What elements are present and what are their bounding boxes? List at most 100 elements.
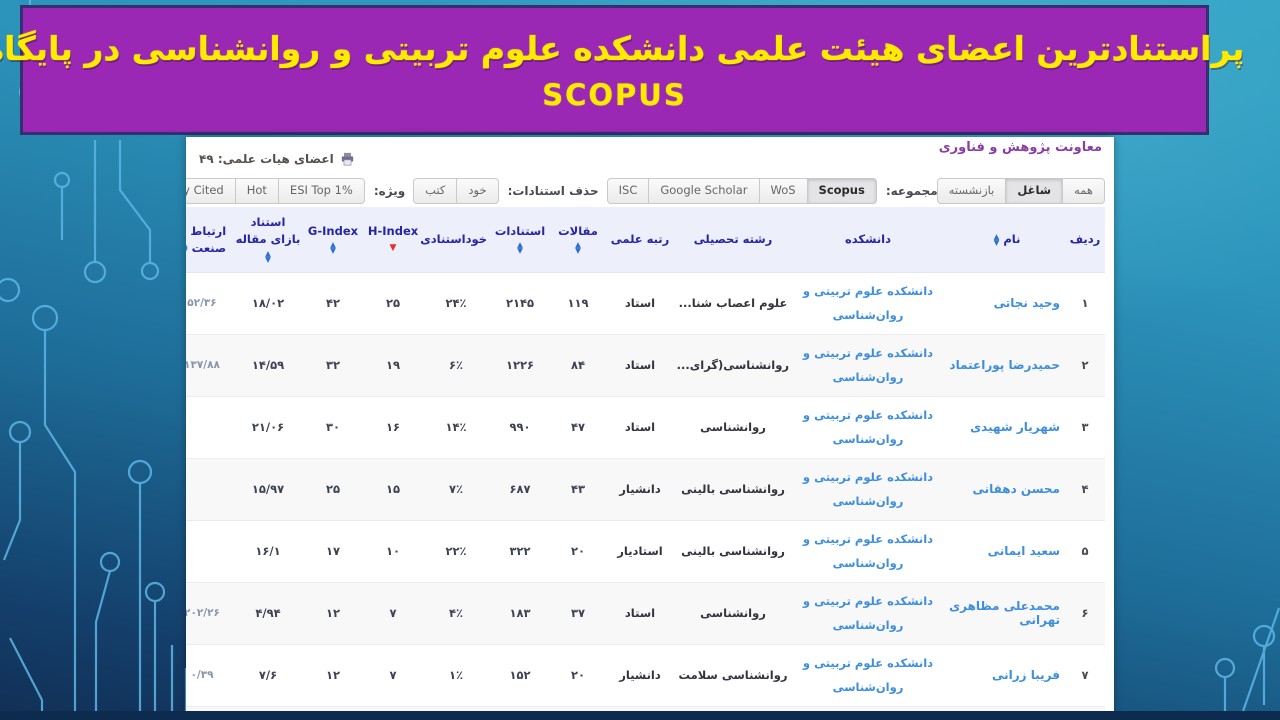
filter-button-self[interactable]: خود — [456, 178, 499, 204]
filters-cluster: مجموعه: Scopus WoS Google Scholar ISC حذف ا… — [186, 178, 938, 204]
column-header-cpp[interactable]: استناد بازای مقاله ▲ ▼ — [233, 207, 303, 273]
sort-icon[interactable]: ▲▼ — [330, 241, 336, 255]
name-link[interactable]: حمیدرضا پوراعتماد — [949, 358, 1060, 372]
cell-industry — [186, 519, 233, 583]
faculty-link[interactable]: دانشکده علوم تربیتی و روان‌شناسی — [793, 651, 943, 700]
filter-button-highly-cited[interactable]: Highly Cited — [186, 178, 236, 204]
cell-gindex: ۱۲ — [303, 581, 363, 645]
faculty-link[interactable]: دانشکده علوم تربیتی و روان‌شناسی — [793, 403, 943, 452]
cell-row: ۴ — [1065, 457, 1105, 521]
name-link[interactable]: محسن دهقانی — [972, 482, 1060, 496]
sort-desc-icon[interactable]: ▼ — [390, 244, 397, 253]
cell-row: ۳ — [1065, 395, 1105, 459]
filter-button-books[interactable]: کتب — [413, 178, 458, 204]
column-label: استنادات — [494, 223, 546, 238]
sort-icon[interactable]: ▲▼ — [265, 250, 271, 264]
filter-button-google-scholar[interactable]: Google Scholar — [648, 178, 760, 204]
cell-faculty: دانشکده علوم تربیتی و روان‌شناسی — [791, 643, 945, 707]
faculty-link[interactable]: دانشکده علوم تربیتی و روان‌شناسی — [793, 465, 943, 514]
collection-label: مجموعه: — [885, 183, 938, 198]
cell-row: ۶ — [1065, 581, 1105, 645]
column-header-hindex[interactable]: H-Index ▼ — [363, 207, 423, 273]
filter-button-wos[interactable]: WoS — [758, 178, 808, 204]
cell-rank: استاد — [605, 333, 675, 397]
cell-rank: دانشیار — [605, 457, 675, 521]
faculty-count-label: اعضای هیات علمی: ۴۹ — [199, 152, 334, 166]
sort-icon[interactable]: ▲▼ — [517, 241, 523, 255]
cell-cpp: ۷/۶ — [233, 643, 303, 707]
name-link[interactable]: فریبا زرانی — [992, 668, 1060, 682]
cell-field: روانشناسی — [675, 581, 791, 645]
filter-button-isc[interactable]: ISC — [606, 178, 650, 204]
cell-industry: ۱۳۷/۸۸ — [186, 333, 233, 397]
cell-row: ۲ — [1065, 333, 1105, 397]
column-header-row: ردیف — [1065, 207, 1105, 273]
cell-hindex: ۱۵ — [363, 457, 423, 521]
sort-icon[interactable]: ▲▼ — [186, 241, 188, 255]
table-body: ۱ وحید نجاتی دانشکده علوم تربیتی و روان‌شن… — [186, 271, 1105, 712]
faculty-link[interactable]: دانشکده علوم تربیتی و روان‌شناسی — [793, 341, 943, 390]
cell-name: محسن دهقانی — [945, 457, 1065, 521]
cell-field: روانشناسی(گرای... — [675, 333, 791, 397]
cell-articles: ۳۷ — [551, 581, 605, 645]
column-header-industry[interactable]: ارتباط با صنعت▲▼ — [186, 207, 233, 273]
filter-button-all[interactable]: همه — [1062, 178, 1105, 204]
cell-cpp: ۱۶/۱ — [233, 519, 303, 583]
cell-faculty: دانشکده علوم تربیتی و روان‌شناسی — [791, 457, 945, 521]
cell-selfcite: ۱۴٪ — [423, 395, 489, 459]
cell-cpp: ۱۵/۹۷ — [233, 457, 303, 521]
column-header-citations[interactable]: استنادات ▲ ▼ — [489, 207, 551, 273]
banner-subtitle: SCOPUS — [542, 77, 687, 112]
column-header-name[interactable]: نام ▲ ▼ — [945, 207, 1065, 273]
filter-button-scopus[interactable]: Scopus — [806, 178, 877, 204]
name-link[interactable]: سعید ایمانی — [988, 544, 1060, 558]
table-row: ۴ محسن دهقانی دانشکده علوم تربیتی و روان‌ش… — [186, 457, 1105, 521]
cell-name: شهریار شهیدی — [945, 395, 1065, 459]
faculty-link[interactable]: دانشکده علوم تربیتی و روان‌شناسی — [793, 279, 943, 328]
filter-button-active[interactable]: شاغل — [1005, 178, 1064, 204]
cell-cpp: ۴/۹۴ — [233, 581, 303, 645]
sort-icon[interactable]: ▲▼ — [994, 233, 1000, 247]
column-label: استناد بازای مقاله — [235, 215, 301, 247]
name-link[interactable]: وحید نجاتی — [994, 296, 1060, 310]
cell-gindex: ۳۲ — [303, 333, 363, 397]
cell-field: روانشناسی سلامت — [675, 643, 791, 707]
cell-citations: ۱۸۳ — [489, 581, 551, 645]
cell-articles: ۱۱۹ — [551, 271, 605, 335]
faculty-link[interactable]: دانشکده علوم تربیتی و روان‌شناسی — [793, 589, 943, 638]
cell-rank: استاد — [605, 271, 675, 335]
panel-header: معاونت پژوهش و فناوری اعضای هیات علمی: ۴… — [195, 137, 1105, 175]
table-row: ۶ محمدعلی مظاهری تهرانی دانشکده علوم تربیت… — [186, 581, 1105, 645]
faculty-link[interactable]: دانشکده علوم تربیتی و روان‌شناسی — [793, 527, 943, 576]
column-label: مقالات — [558, 223, 598, 238]
sort-icon[interactable]: ▲▼ — [575, 241, 581, 255]
faculty-table: ردیف نام ▲ ▼ دانشکده رشته تحصیلی رتبه علمی مقال… — [186, 207, 1105, 712]
cell-citations: ۹۹۰ — [489, 395, 551, 459]
name-link[interactable]: شهریار شهیدی — [970, 420, 1060, 434]
filter-button-hot[interactable]: Hot — [234, 178, 279, 204]
cell-citations: ۱۵۲ — [489, 643, 551, 707]
name-link[interactable]: محمدعلی مظاهری تهرانی — [949, 599, 1060, 627]
cell-industry — [186, 395, 233, 459]
cell-field: روانشناسی — [675, 395, 791, 459]
column-label: نام — [1003, 232, 1021, 247]
banner-title: پراستنادترین اعضای هیئت علمی دانشکده علو… — [0, 29, 1245, 69]
filter-button-retired[interactable]: بازنشسته — [936, 178, 1007, 204]
cell-selfcite: ۷٪ — [423, 457, 489, 521]
column-header-articles[interactable]: مقالات ▲ ▼ — [551, 207, 605, 273]
column-header-gindex[interactable]: G-Index ▲ ▼ — [303, 207, 363, 273]
cell-selfcite: ۲۴٪ — [423, 271, 489, 335]
cell-hindex: ۱۶ — [363, 395, 423, 459]
cell-name: حمیدرضا پوراعتماد — [945, 333, 1065, 397]
filter-button-esi-top-1[interactable]: ESI Top 1% — [277, 178, 365, 204]
cell-citations: ۶۸۷ — [489, 457, 551, 521]
cell-name: سعید ایمانی — [945, 519, 1065, 583]
printer-icon[interactable] — [340, 152, 355, 166]
cell-cpp: ۱۴/۵۹ — [233, 333, 303, 397]
column-label: ردیف — [1069, 232, 1101, 247]
cell-hindex: ۱۰ — [363, 519, 423, 583]
table-header-row: ردیف نام ▲ ▼ دانشکده رشته تحصیلی رتبه علمی مقال… — [186, 207, 1105, 273]
column-label: G-Index — [307, 223, 359, 238]
filter-toolbar: همه شاغل بازنشسته مجموعه: Scopus WoS Google … — [186, 175, 1105, 207]
column-label: رتبه علمی — [610, 232, 670, 247]
